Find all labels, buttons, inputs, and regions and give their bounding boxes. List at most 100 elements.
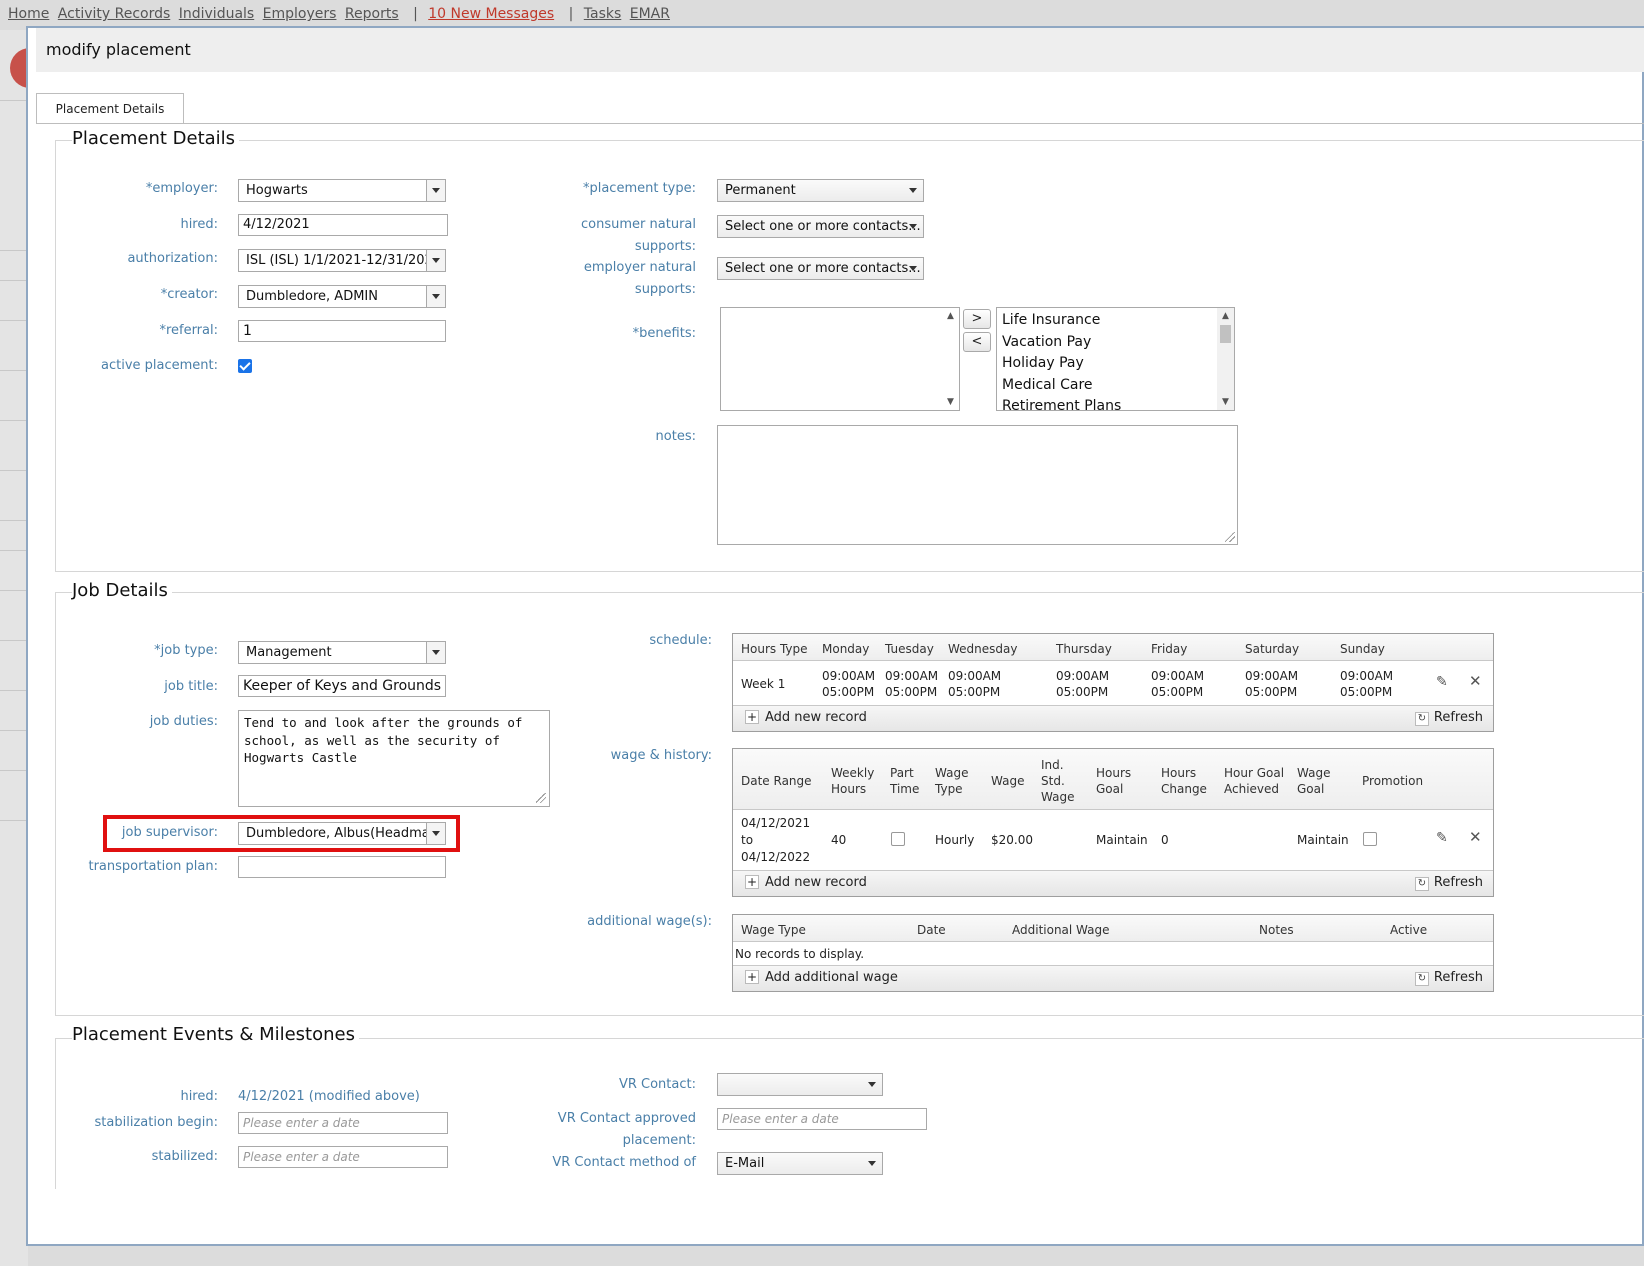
list-item[interactable]: Medical Care bbox=[997, 375, 1234, 397]
column-header[interactable]: Wage bbox=[991, 773, 1024, 789]
nav-messages[interactable]: 10 New Messages bbox=[428, 6, 554, 22]
referral-input[interactable]: 1 bbox=[238, 320, 446, 342]
column-header[interactable]: Active bbox=[1390, 922, 1427, 938]
schedule-add-record-button[interactable]: + Add new record bbox=[745, 710, 867, 725]
hired-date-input[interactable]: 4/12/2021 bbox=[238, 214, 448, 236]
remove-benefit-button[interactable]: < bbox=[963, 332, 991, 352]
thursday-end: 05:00PM bbox=[1056, 685, 1109, 699]
add-label: Add additional wage bbox=[765, 970, 898, 985]
additional-wages-grid: Wage Type Date Additional Wage Notes Act… bbox=[732, 914, 1494, 992]
stabilized-input[interactable]: Please enter a date bbox=[238, 1146, 448, 1168]
authorization-value: ISL (ISL) 1/1/2021-12/31/2021 bbox=[246, 253, 442, 268]
transportation-plan-input[interactable] bbox=[238, 856, 446, 878]
list-item[interactable]: Vacation Pay bbox=[997, 332, 1234, 354]
list-item[interactable]: Retirement Plans bbox=[997, 396, 1234, 410]
employer-combobox[interactable]: Hogwarts bbox=[238, 179, 446, 202]
edit-pencil-icon[interactable]: ✎ bbox=[1436, 674, 1448, 690]
column-header[interactable]: Wage Goal bbox=[1297, 765, 1330, 797]
events-hired-label: hired: bbox=[180, 1089, 218, 1104]
column-header[interactable]: Part Time bbox=[890, 765, 919, 797]
dialog-title: modify placement bbox=[46, 40, 191, 59]
column-header[interactable]: Weekly Hours bbox=[831, 765, 874, 797]
scroll-up-icon[interactable]: ▲ bbox=[942, 308, 959, 324]
nav-activity-records[interactable]: Activity Records bbox=[58, 6, 170, 22]
date-range-to-word: to bbox=[741, 833, 754, 847]
nav-reports[interactable]: Reports bbox=[345, 6, 399, 22]
column-header[interactable]: Wage Type bbox=[741, 922, 806, 938]
column-header[interactable]: Notes bbox=[1259, 922, 1294, 938]
job-title-input[interactable]: Keeper of Keys and Grounds of bbox=[238, 675, 446, 697]
column-header[interactable]: Thursday bbox=[1056, 641, 1112, 657]
edit-pencil-icon[interactable]: ✎ bbox=[1436, 830, 1448, 846]
resize-grip-icon[interactable] bbox=[536, 793, 546, 803]
employer-natural-supports-select[interactable]: Select one or more contacts... bbox=[717, 257, 924, 280]
placement-type-select[interactable]: Permanent bbox=[717, 179, 924, 202]
list-item[interactable]: Life Insurance bbox=[997, 310, 1234, 332]
delete-x-icon[interactable]: ✕ bbox=[1469, 672, 1482, 690]
column-header[interactable]: Sunday bbox=[1340, 641, 1385, 657]
wage-history-label: wage & history: bbox=[610, 748, 712, 763]
stabilization-begin-label: stabilization begin: bbox=[94, 1115, 218, 1130]
vr-contact-method-select[interactable]: E-Mail bbox=[717, 1152, 883, 1175]
scrollbar[interactable]: ▲ ▼ bbox=[942, 308, 959, 410]
hours-change-cell: 0 bbox=[1161, 833, 1169, 847]
notes-label: notes: bbox=[655, 429, 696, 444]
column-header[interactable]: Saturday bbox=[1245, 641, 1299, 657]
column-header[interactable]: Wage Type bbox=[935, 765, 968, 797]
vr-contact-select[interactable] bbox=[717, 1073, 883, 1096]
nav-home[interactable]: Home bbox=[8, 6, 49, 22]
stabilization-begin-input[interactable]: Please enter a date bbox=[238, 1112, 448, 1134]
job-type-combobox[interactable]: Management bbox=[238, 641, 446, 664]
scroll-down-icon[interactable]: ▼ bbox=[942, 394, 959, 410]
header-line: Achieved bbox=[1224, 782, 1280, 796]
schedule-refresh-button[interactable]: ↻ Refresh bbox=[1414, 710, 1483, 726]
column-header[interactable]: Promotion bbox=[1362, 773, 1423, 789]
tab-placement-details[interactable]: Placement Details bbox=[36, 93, 184, 124]
add-benefit-button[interactable]: > bbox=[963, 309, 991, 329]
notes-textarea[interactable] bbox=[717, 425, 1238, 545]
scroll-up-icon[interactable]: ▲ bbox=[1217, 308, 1234, 324]
authorization-combobox[interactable]: ISL (ISL) 1/1/2021-12/31/2021 bbox=[238, 249, 446, 272]
column-header[interactable]: Hours Type bbox=[741, 641, 808, 657]
additional-wages-refresh-button[interactable]: ↻ Refresh bbox=[1414, 970, 1483, 986]
nav-emar[interactable]: EMAR bbox=[630, 6, 670, 22]
chevron-down-icon[interactable] bbox=[426, 642, 445, 663]
scrollbar[interactable]: ▲ ▼ bbox=[1217, 308, 1234, 410]
chevron-down-icon[interactable] bbox=[426, 250, 445, 271]
consumer-natural-supports-select[interactable]: Select one or more contacts... bbox=[717, 215, 924, 238]
column-header[interactable]: Hours Goal bbox=[1096, 765, 1131, 797]
column-header[interactable]: Ind. Std. Wage bbox=[1041, 757, 1074, 805]
selected-benefits-list[interactable]: ▲ ▼ bbox=[720, 307, 960, 411]
column-header[interactable]: Date Range bbox=[741, 773, 812, 789]
column-header[interactable]: Additional Wage bbox=[1012, 922, 1110, 938]
vr-contact-approved-input[interactable]: Please enter a date bbox=[717, 1108, 927, 1130]
chevron-down-icon[interactable] bbox=[426, 180, 445, 201]
add-additional-wage-button[interactable]: + Add additional wage bbox=[745, 970, 898, 985]
benefits-label: *benefits: bbox=[632, 326, 696, 341]
column-header[interactable]: Hours Change bbox=[1161, 765, 1207, 797]
job-duties-textarea[interactable]: Tend to and look after the grounds of sc… bbox=[238, 710, 550, 807]
wage-refresh-button[interactable]: ↻ Refresh bbox=[1414, 875, 1483, 891]
list-item[interactable]: Holiday Pay bbox=[997, 353, 1234, 375]
nav-individuals[interactable]: Individuals bbox=[179, 6, 254, 22]
column-header[interactable]: Tuesday bbox=[885, 641, 934, 657]
column-header[interactable]: Monday bbox=[822, 641, 869, 657]
wage-add-record-button[interactable]: + Add new record bbox=[745, 875, 867, 890]
resize-grip-icon[interactable] bbox=[1225, 532, 1235, 542]
scroll-thumb[interactable] bbox=[1220, 325, 1231, 343]
header-line: Wage bbox=[1041, 790, 1075, 804]
employer-value: Hogwarts bbox=[246, 183, 308, 198]
active-placement-checkbox[interactable] bbox=[238, 359, 252, 373]
nav-tasks[interactable]: Tasks bbox=[584, 6, 622, 22]
delete-x-icon[interactable]: ✕ bbox=[1469, 828, 1482, 846]
column-header[interactable]: Hour Goal Achieved bbox=[1224, 765, 1284, 797]
nav-employers[interactable]: Employers bbox=[263, 6, 337, 22]
available-benefits-list[interactable]: Life Insurance Vacation Pay Holiday Pay … bbox=[996, 307, 1235, 411]
sunday-start: 09:00AM bbox=[1340, 669, 1394, 683]
column-header[interactable]: Friday bbox=[1151, 641, 1187, 657]
creator-combobox[interactable]: Dumbledore, ADMIN bbox=[238, 285, 446, 308]
column-header[interactable]: Wednesday bbox=[948, 641, 1017, 657]
column-header[interactable]: Date bbox=[917, 922, 946, 938]
chevron-down-icon[interactable] bbox=[426, 286, 445, 307]
scroll-down-icon[interactable]: ▼ bbox=[1217, 394, 1234, 410]
